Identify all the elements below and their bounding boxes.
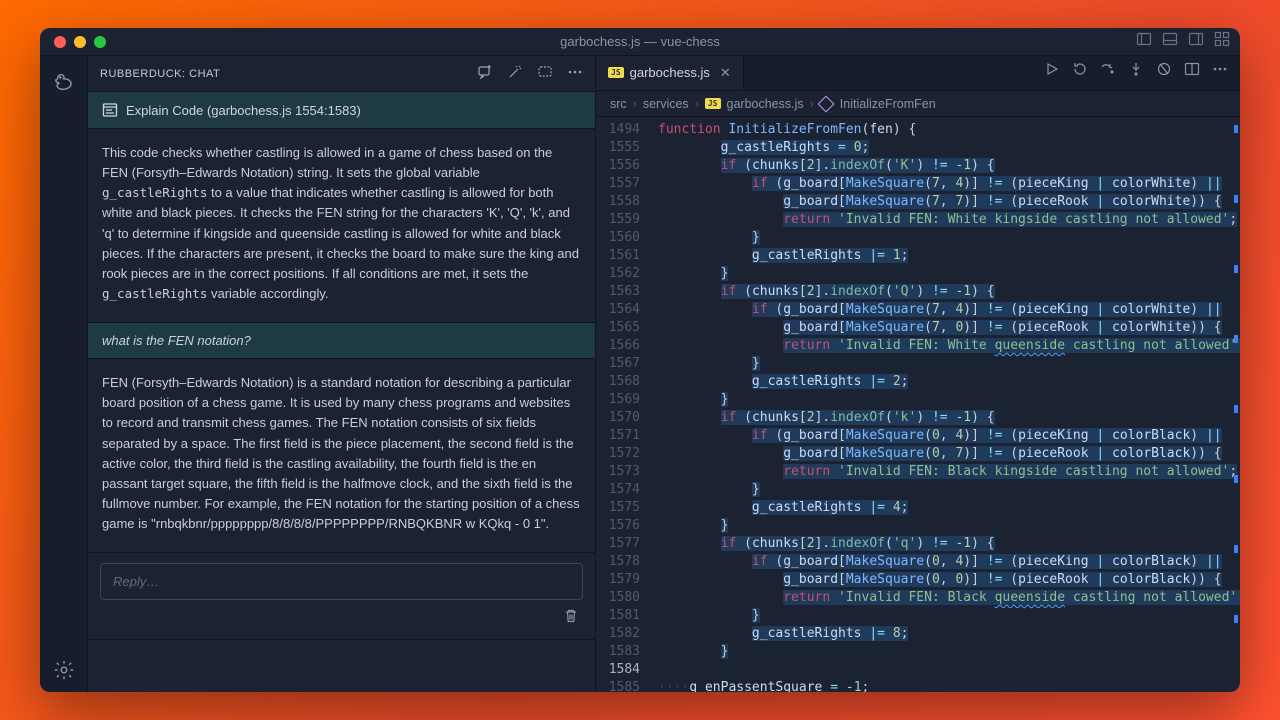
magic-wand-icon[interactable]	[507, 64, 523, 83]
chat-reply-input[interactable]	[100, 563, 583, 600]
code-content[interactable]: function InitializeFromFen(fen) { g_cast…	[650, 117, 1240, 692]
chat-reply-row	[88, 553, 595, 606]
app-window: garbochess.js — vue-chess RUBBERDUCK: CH…	[40, 28, 1240, 692]
js-file-icon: JS	[705, 98, 721, 109]
step-over-icon[interactable]	[1100, 61, 1116, 82]
chat-topic-row[interactable]: Explain Code (garbochess.js 1554:1583)	[88, 91, 595, 129]
breadcrumb-segment[interactable]: services	[643, 97, 689, 111]
split-editor-icon[interactable]	[1184, 61, 1200, 82]
symbol-method-icon	[817, 95, 834, 112]
explain-code-icon	[102, 102, 118, 118]
chat-more-icon[interactable]	[567, 64, 583, 83]
line-gutter: 1494155515561557155815591560156115621563…	[596, 117, 650, 692]
editor-more-icon[interactable]	[1212, 61, 1228, 82]
editor-tabs: JS garbochess.js ✕	[596, 56, 1240, 91]
window-title: garbochess.js — vue-chess	[40, 34, 1240, 49]
chat-panel-title: RUBBERDUCK: CHAT	[100, 68, 220, 80]
breadcrumb[interactable]: src › services › JS garbochess.js › Init…	[596, 91, 1240, 117]
chat-assistant-message: FEN (Forsyth–Edwards Notation) is a stan…	[88, 359, 595, 553]
editor-pane: JS garbochess.js ✕ src › services	[596, 56, 1240, 692]
overview-ruler[interactable]	[1234, 125, 1238, 623]
breadcrumb-segment[interactable]: InitializeFromFen	[840, 97, 936, 111]
chat-sidebar: RUBBERDUCK: CHAT Explain Code (garboches…	[88, 56, 596, 692]
chat-user-message: what is the FEN notation?	[88, 323, 595, 359]
titlebar: garbochess.js — vue-chess	[40, 28, 1240, 56]
new-chat-icon[interactable]	[477, 64, 493, 83]
chat-topic-label: Explain Code (garbochess.js 1554:1583)	[126, 103, 361, 118]
debug-icon[interactable]	[1156, 61, 1172, 82]
settings-gear-icon[interactable]	[50, 656, 78, 684]
close-tab-icon[interactable]: ✕	[720, 65, 731, 81]
run-icon[interactable]	[1044, 61, 1060, 82]
chat-assistant-message: This code checks whether castling is all…	[88, 129, 595, 323]
loading-chat-icon[interactable]	[537, 64, 553, 83]
chat-panel-header: RUBBERDUCK: CHAT	[88, 56, 595, 91]
activity-bar	[40, 56, 88, 692]
step-into-icon[interactable]	[1128, 61, 1144, 82]
breadcrumb-segment[interactable]: src	[610, 97, 627, 111]
code-editor[interactable]: 1494155515561557155815591560156115621563…	[596, 117, 1240, 692]
breadcrumb-segment[interactable]: garbochess.js	[727, 97, 804, 111]
debug-restart-icon[interactable]	[1072, 61, 1088, 82]
delete-chat-icon[interactable]	[563, 608, 579, 629]
js-file-icon: JS	[608, 67, 624, 78]
rubberduck-activity-icon[interactable]	[50, 68, 78, 96]
editor-tab[interactable]: JS garbochess.js ✕	[596, 55, 744, 90]
tab-filename: garbochess.js	[630, 65, 710, 80]
